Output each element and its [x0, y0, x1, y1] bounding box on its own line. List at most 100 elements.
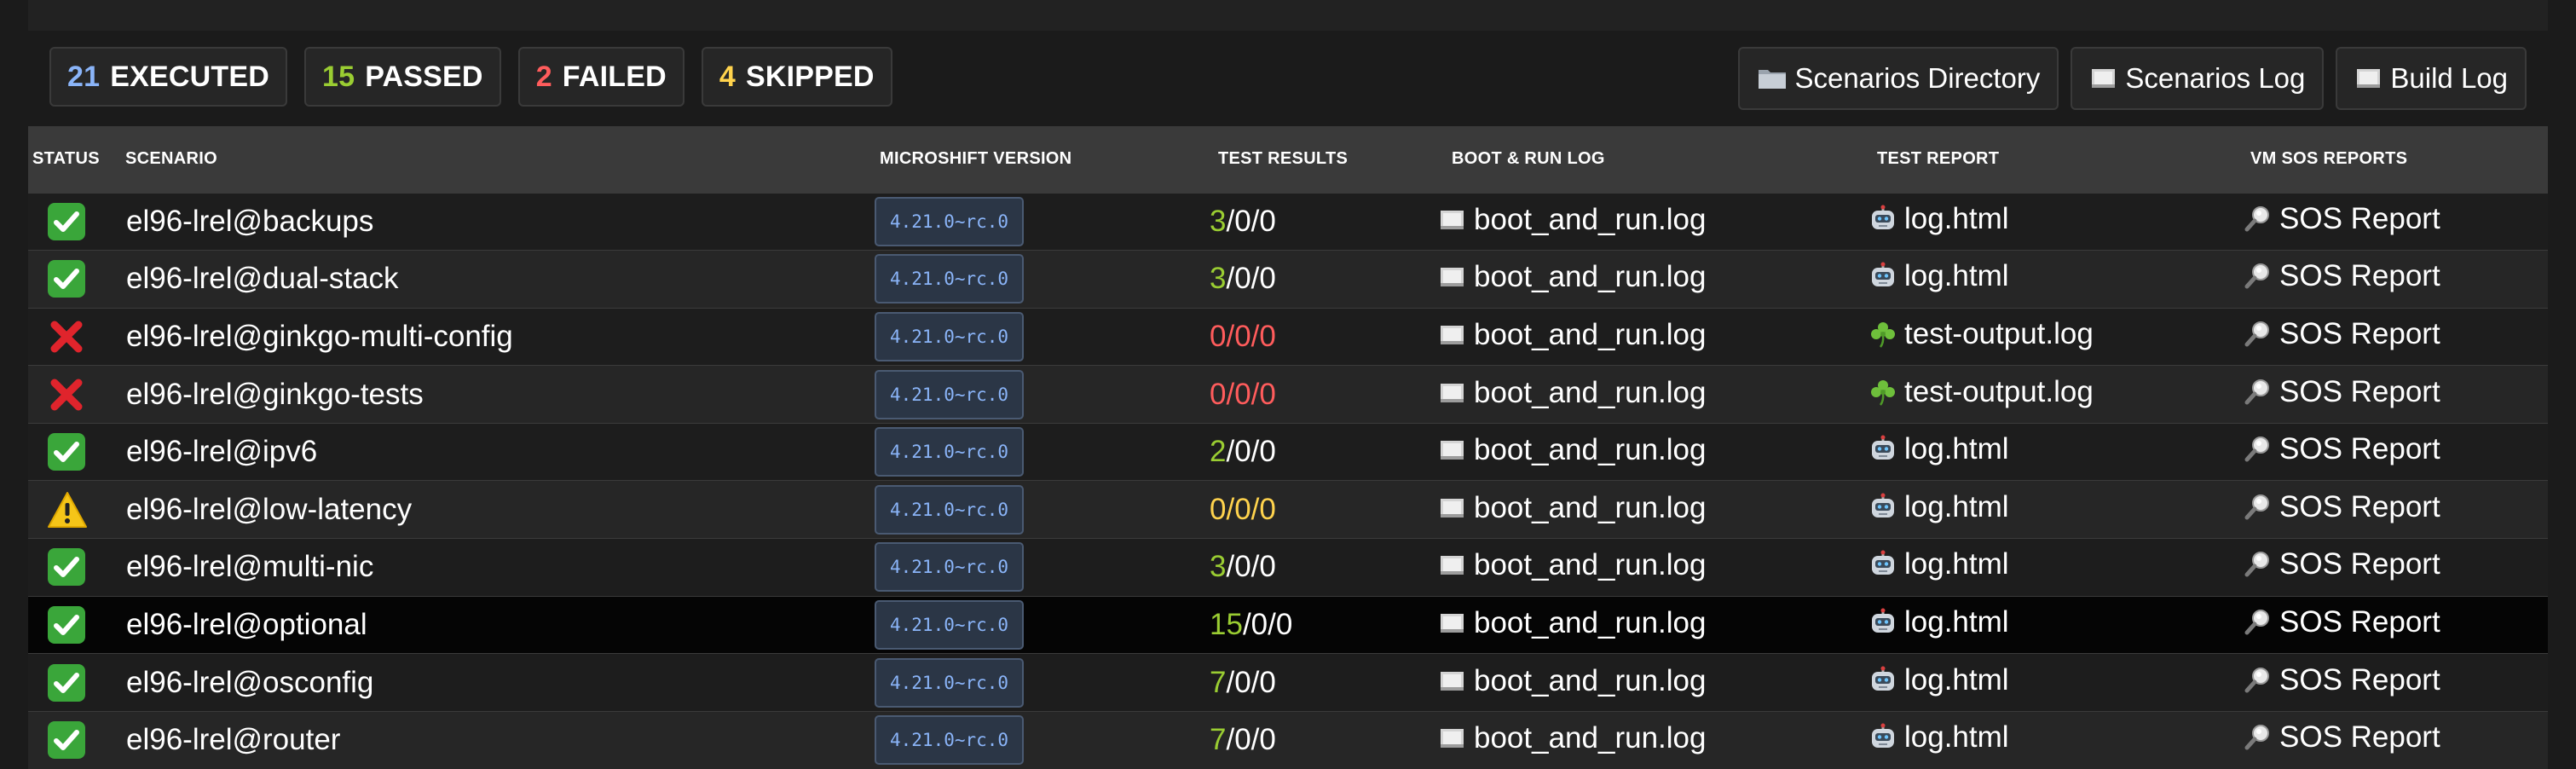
test-report-link[interactable]: log.html [1868, 547, 2009, 581]
table-row: el96-lrel@ipv6 4.21.0~rc.0 2/0/0 boot_and_r… [28, 423, 2548, 481]
version-badge: 4.21.0~rc.0 [875, 715, 1025, 766]
status-cell [28, 308, 118, 366]
log-icon [2089, 66, 2118, 91]
log-icon [1438, 495, 1467, 521]
scenario-name: el96-lrel@dual-stack [126, 262, 399, 296]
results-passed: 7 [1210, 723, 1227, 757]
test-report-cell: log.html [1868, 654, 2244, 712]
boot-log-label: boot_and_run.log [1474, 375, 1707, 409]
version-cell: 4.21.0~rc.0 [875, 423, 1210, 481]
test-report-label: log.html [1904, 720, 2009, 755]
test-report-link[interactable]: log.html [1868, 259, 2009, 293]
test-report-link[interactable]: test-output.log [1868, 375, 2094, 409]
boot-log-link[interactable]: boot_and_run.log [1438, 664, 1706, 698]
version-cell: 4.21.0~rc.0 [875, 481, 1210, 539]
scenario-name: el96-lrel@ginkgo-tests [126, 377, 424, 411]
boot-log-label: boot_and_run.log [1474, 721, 1707, 755]
sos-cell: SOS Report [2244, 654, 2548, 712]
boot-log-link[interactable]: boot_and_run.log [1438, 491, 1706, 525]
scenarios-log-button[interactable]: Scenarios Log [2071, 47, 2325, 110]
results-passed: 0/0/0 [1210, 492, 1276, 526]
boot-log-cell: boot_and_run.log [1438, 654, 1868, 712]
test-report-link[interactable]: test-output.log [1868, 317, 2094, 351]
boot-log-label: boot_and_run.log [1474, 548, 1707, 582]
sos-report-link[interactable]: SOS Report [2244, 547, 2440, 581]
sos-report-label: SOS Report [2279, 662, 2440, 697]
scenarios-directory-button[interactable]: Scenarios Directory [1738, 47, 2059, 110]
sos-report-link[interactable]: SOS Report [2244, 317, 2440, 351]
boot-log-cell: boot_and_run.log [1438, 711, 1868, 769]
test-report-link[interactable]: log.html [1868, 663, 2009, 697]
column-header-version: MICROSHIFT VERSION [880, 149, 1072, 169]
sos-report-link[interactable]: SOS Report [2244, 605, 2440, 639]
status-cell [28, 596, 118, 654]
boot-log-link[interactable]: boot_and_run.log [1438, 318, 1706, 352]
boot-log-cell: boot_and_run.log [1438, 596, 1868, 654]
sos-report-link[interactable]: SOS Report [2244, 432, 2440, 466]
boot-log-label: boot_and_run.log [1474, 317, 1707, 351]
sos-report-link[interactable]: SOS Report [2244, 490, 2440, 524]
results-passed: 0/0/0 [1210, 319, 1276, 353]
check-icon [47, 605, 86, 645]
robot-icon [1868, 666, 1897, 695]
log-icon [1438, 610, 1467, 636]
test-report-label: log.html [1904, 604, 2009, 639]
status-cell [28, 366, 118, 424]
test-report-label: log.html [1904, 201, 2009, 235]
boot-log-link[interactable]: boot_and_run.log [1438, 260, 1706, 294]
sos-report-link[interactable]: SOS Report [2244, 720, 2440, 755]
sos-report-link[interactable]: SOS Report [2244, 663, 2440, 697]
boot-log-link[interactable]: boot_and_run.log [1438, 721, 1706, 755]
table-row: el96-lrel@router 4.21.0~rc.0 7/0/0 boot_and… [28, 711, 2548, 769]
boot-log-cell: boot_and_run.log [1438, 423, 1868, 481]
sos-cell: SOS Report [2244, 711, 2548, 769]
check-icon [47, 547, 86, 587]
boot-log-link[interactable]: boot_and_run.log [1438, 606, 1706, 640]
boot-log-link[interactable]: boot_and_run.log [1438, 376, 1706, 410]
version-badge: 4.21.0~rc.0 [875, 427, 1025, 477]
sos-report-label: SOS Report [2279, 374, 2440, 408]
version-badge: 4.21.0~rc.0 [875, 599, 1025, 650]
status-cell [28, 423, 118, 481]
test-report-link[interactable]: log.html [1868, 432, 2009, 466]
boot-log-label: boot_and_run.log [1474, 260, 1707, 294]
links-bar: Scenarios Directory Scenarios Log Build … [1738, 47, 2527, 110]
test-report-link[interactable]: log.html [1868, 202, 2009, 236]
boot-log-link[interactable]: boot_and_run.log [1438, 433, 1706, 467]
test-report-cell: log.html [1868, 539, 2244, 597]
executed-label: EXECUTED [110, 60, 269, 93]
test-report-label: test-output.log [1904, 316, 2094, 350]
test-report-label: log.html [1904, 662, 2009, 697]
magnifier-icon [2244, 320, 2273, 349]
results-rest: /0/0 [1226, 550, 1276, 584]
version-cell: 4.21.0~rc.0 [875, 308, 1210, 366]
test-results: 7/0/0 [1210, 654, 1438, 712]
sos-report-link[interactable]: SOS Report [2244, 259, 2440, 293]
test-report-label: test-output.log [1904, 374, 2094, 408]
failed-stat: 2 FAILED [517, 47, 684, 107]
robot-icon [1868, 723, 1897, 752]
build-log-button[interactable]: Build Log [2336, 47, 2527, 110]
log-icon [1438, 322, 1467, 348]
clover-icon [1868, 378, 1897, 407]
boot-log-cell: boot_and_run.log [1438, 251, 1868, 309]
version-badge: 4.21.0~rc.0 [875, 369, 1025, 419]
sos-report-link[interactable]: SOS Report [2244, 202, 2440, 236]
scenarios-table: STATUS SCENARIO MICROSHIFT VERSION TEST … [28, 126, 2548, 769]
results-rest: /0/0 [1226, 665, 1276, 699]
sos-cell: SOS Report [2244, 481, 2548, 539]
status-cell [28, 481, 118, 539]
boot-log-label: boot_and_run.log [1474, 490, 1707, 524]
sos-report-link[interactable]: SOS Report [2244, 375, 2440, 409]
version-badge: 4.21.0~rc.0 [875, 196, 1025, 246]
scenario-name: el96-lrel@router [126, 723, 341, 757]
boot-log-link[interactable]: boot_and_run.log [1438, 548, 1706, 582]
test-report-link[interactable]: log.html [1868, 720, 2009, 755]
test-report-link[interactable]: log.html [1868, 605, 2009, 639]
test-report-link[interactable]: log.html [1868, 490, 2009, 524]
test-report-label: log.html [1904, 489, 2009, 523]
scenario-name: el96-lrel@ipv6 [126, 435, 318, 469]
column-header-test-report: TEST REPORT [1877, 149, 2000, 169]
boot-log-link[interactable]: boot_and_run.log [1438, 203, 1706, 237]
sos-cell: SOS Report [2244, 423, 2548, 481]
